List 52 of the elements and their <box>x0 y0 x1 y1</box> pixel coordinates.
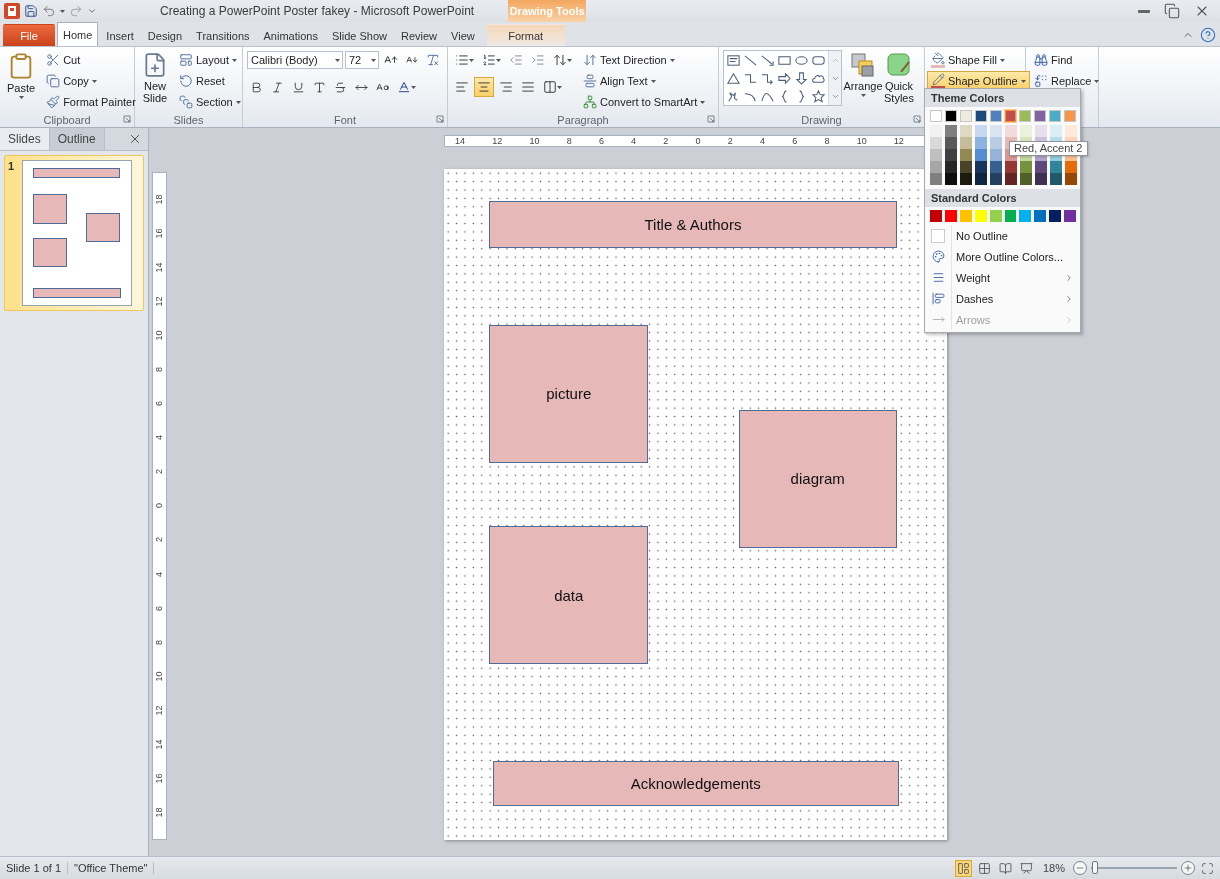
ruler-number: 2 <box>155 537 164 543</box>
shape-text: picture <box>546 385 592 403</box>
ruler-number: 12 <box>492 136 503 146</box>
ruler-number: 2 <box>663 136 669 146</box>
ruler-number: 10 <box>155 671 164 682</box>
ruler-number: 2 <box>727 136 733 146</box>
ruler-number: 14 <box>155 262 164 273</box>
group-label: Clipboard <box>43 114 91 126</box>
ruler-number: 12 <box>155 705 164 716</box>
theme-name: "Office Theme" <box>68 862 155 874</box>
shape-text: data <box>554 586 584 604</box>
ruler-number: 10 <box>856 136 867 146</box>
slide-number: 1 <box>8 160 16 174</box>
ruler-number: 8 <box>155 639 164 645</box>
ruler-number: 4 <box>631 136 637 146</box>
contextual-tab-header: Drawing Tools <box>508 0 587 22</box>
menu-header: Standard Colors <box>925 189 1080 207</box>
ruler-number: 16 <box>155 228 164 239</box>
ruler-number: 0 <box>155 503 164 509</box>
menu-header: Theme Colors <box>925 89 1080 107</box>
ruler-number: 14 <box>455 136 465 146</box>
ruler-number: 6 <box>155 605 164 611</box>
group-label: Font <box>334 114 356 126</box>
ruler-number: 0 <box>695 136 701 146</box>
tooltip: Red, Accent 2 <box>1009 141 1088 156</box>
ruler-number: 6 <box>792 136 798 146</box>
ruler-number: 2 <box>155 469 164 475</box>
ruler-number: 10 <box>529 136 540 146</box>
ruler-number: 4 <box>155 435 164 441</box>
ruler-number: 16 <box>155 773 164 784</box>
slide-counter: Slide 1 of 1 <box>0 862 69 874</box>
ruler-number: 14 <box>155 739 164 750</box>
zoom-level: 18% <box>1042 863 1065 873</box>
ruler-number: 8 <box>824 136 830 146</box>
ruler-number: 8 <box>566 136 572 146</box>
shape-text: diagram <box>790 470 845 488</box>
ruler-number: 4 <box>155 571 164 577</box>
ruler-number: 6 <box>155 401 164 407</box>
shape-text: Title & Authors <box>644 215 742 233</box>
window-title: Creating a PowerPoint Poster fakey - Microsoft PowerPoint <box>160 4 475 18</box>
ruler-number: 12 <box>893 136 904 146</box>
group-label: Drawing <box>801 114 842 126</box>
ruler-number: 18 <box>155 807 164 818</box>
ruler-number: 10 <box>155 330 164 341</box>
ruler-number: 4 <box>759 136 765 146</box>
ruler-number: 12 <box>155 296 164 307</box>
ruler-number: 18 <box>155 194 164 205</box>
ruler-number: 8 <box>155 367 164 373</box>
shape-text: Acknowledgements <box>630 774 761 792</box>
ruler-number: 6 <box>598 136 604 146</box>
group-label: Paragraph <box>557 114 609 126</box>
group-label: Slides <box>173 114 204 126</box>
